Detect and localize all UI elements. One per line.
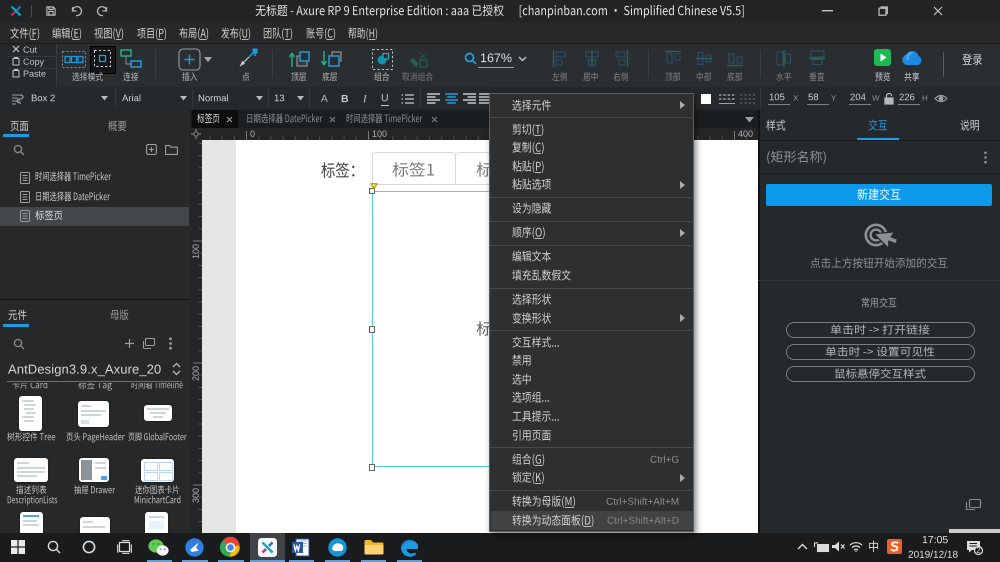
svg-text:2: 2 [976,546,981,555]
